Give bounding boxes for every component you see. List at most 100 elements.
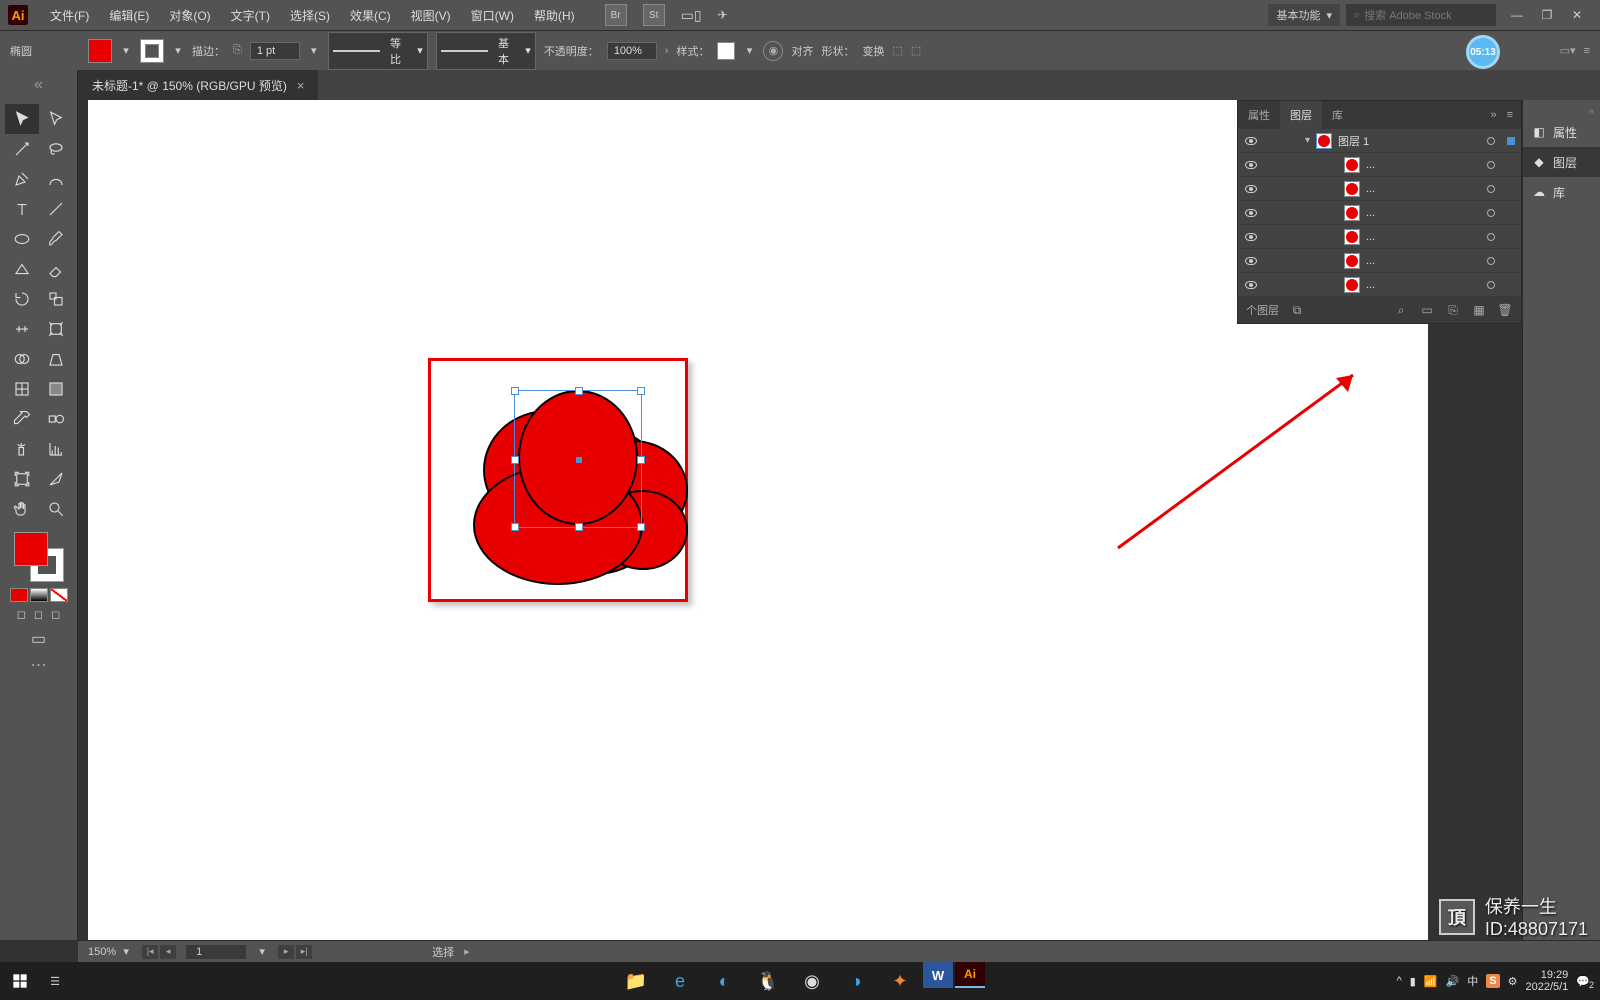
- artboard-number[interactable]: 1: [186, 945, 246, 959]
- artboard-dd[interactable]: ▾: [256, 945, 268, 958]
- panel-collapse-icon[interactable]: »: [1490, 109, 1496, 121]
- layer-row[interactable]: ▾ 图层 1: [1238, 129, 1521, 153]
- screen-mode[interactable]: ▭: [31, 629, 46, 649]
- direct-selection-tool[interactable]: [39, 104, 73, 134]
- style-swatch[interactable]: [717, 42, 735, 60]
- minimize-button[interactable]: —: [1502, 5, 1532, 25]
- symbol-sprayer-tool[interactable]: [5, 434, 39, 464]
- stroke-swatch[interactable]: [140, 39, 164, 63]
- visibility-toggle[interactable]: [1238, 233, 1264, 241]
- draw-normal-icon[interactable]: ◻: [17, 608, 26, 621]
- brush-definition[interactable]: 基本▾: [436, 32, 536, 70]
- start-button[interactable]: [0, 973, 40, 989]
- sublayer-row[interactable]: ...: [1238, 225, 1521, 249]
- search-stock-input[interactable]: ⌕ 搜索 Adobe Stock: [1346, 4, 1496, 26]
- task-view-icon[interactable]: ☰: [40, 975, 70, 988]
- mesh-tool[interactable]: [5, 374, 39, 404]
- panel-tab-libraries[interactable]: 库: [1322, 101, 1353, 129]
- prev-artboard-icon[interactable]: ◂: [160, 945, 176, 959]
- panel-dd-icon[interactable]: ▭▾: [1560, 44, 1576, 57]
- strip-layers[interactable]: ◆ 图层: [1523, 147, 1600, 177]
- panel-menu-icon[interactable]: ≡: [1507, 109, 1513, 121]
- panel-tab-properties[interactable]: 属性: [1238, 101, 1280, 129]
- transform-label[interactable]: 变换: [862, 43, 884, 59]
- visibility-toggle[interactable]: [1238, 281, 1264, 289]
- fill-dropdown[interactable]: ▾: [120, 44, 132, 57]
- panel-menu-icon[interactable]: ≡: [1584, 45, 1590, 57]
- panel-tab-layers[interactable]: 图层: [1280, 101, 1322, 129]
- taskbar-word-icon[interactable]: W: [923, 962, 953, 988]
- artboard[interactable]: [88, 100, 1428, 940]
- taskbar-edge2-icon[interactable]: ◑: [835, 962, 877, 1000]
- sublayer-row[interactable]: ...: [1238, 177, 1521, 201]
- isolate2-icon[interactable]: ⬚: [911, 44, 921, 57]
- perspective-tool[interactable]: [39, 344, 73, 374]
- gradient-tool[interactable]: [39, 374, 73, 404]
- tray-notifications-icon[interactable]: 💬2: [1576, 975, 1590, 988]
- tray-clock[interactable]: 19:29 2022/5/1: [1525, 969, 1568, 993]
- next-artboard-icon[interactable]: ▸: [278, 945, 294, 959]
- menu-type[interactable]: 文字(T): [221, 7, 280, 24]
- visibility-toggle[interactable]: [1238, 257, 1264, 265]
- last-artboard-icon[interactable]: ▸|: [296, 945, 312, 959]
- tray-chevron-icon[interactable]: ^: [1397, 975, 1402, 987]
- visibility-toggle[interactable]: [1238, 161, 1264, 169]
- menu-window[interactable]: 窗口(W): [461, 7, 524, 24]
- pen-tool[interactable]: [5, 164, 39, 194]
- document-tab[interactable]: 未标题-1* @ 150% (RGB/GPU 预览) ×: [78, 70, 318, 100]
- taskbar-explorer-icon[interactable]: 📁: [615, 962, 657, 1000]
- lasso-tool[interactable]: [39, 134, 73, 164]
- workspace-switcher[interactable]: 基本功能▾: [1268, 4, 1340, 26]
- scale-tool[interactable]: [39, 284, 73, 314]
- gpu-icon[interactable]: ✈: [718, 8, 728, 22]
- shaper-tool[interactable]: [5, 254, 39, 284]
- stroke-profile[interactable]: 等比▾: [328, 32, 428, 70]
- opacity-more-icon[interactable]: ›: [665, 45, 669, 57]
- recolor-icon[interactable]: ◉: [763, 41, 783, 61]
- arrange-icon[interactable]: ▭▯: [681, 7, 702, 24]
- close-button[interactable]: ✕: [1562, 5, 1592, 25]
- stroke-link-icon[interactable]: ⎘: [233, 44, 242, 57]
- draw-inside-icon[interactable]: ◻: [51, 608, 60, 621]
- status-more-icon[interactable]: ▸: [464, 945, 470, 958]
- strip-libraries[interactable]: ☁ 库: [1523, 177, 1600, 207]
- menu-help[interactable]: 帮助(H): [524, 7, 585, 24]
- chevron-down-icon[interactable]: ▾: [1305, 135, 1310, 146]
- gradient-mode[interactable]: [30, 588, 48, 602]
- menu-view[interactable]: 视图(V): [401, 7, 461, 24]
- menu-file[interactable]: 文件(F): [40, 7, 99, 24]
- delete-layer-icon[interactable]: 🗑: [1497, 302, 1513, 318]
- toolbar-collapse[interactable]: «: [0, 70, 78, 100]
- none-mode[interactable]: [50, 588, 68, 602]
- taskbar-illustrator-icon[interactable]: Ai: [955, 962, 985, 988]
- edit-toolbar[interactable]: ⋯: [31, 655, 47, 675]
- maximize-button[interactable]: ❐: [1532, 5, 1562, 25]
- menu-select[interactable]: 选择(S): [280, 7, 340, 24]
- selection-tool[interactable]: [5, 104, 39, 134]
- hand-tool[interactable]: [5, 494, 39, 524]
- tray-ime[interactable]: 中: [1467, 973, 1478, 989]
- fill-swatch[interactable]: [88, 39, 112, 63]
- style-dd[interactable]: ▾: [743, 44, 755, 57]
- line-tool[interactable]: [39, 194, 73, 224]
- sublayer-row[interactable]: ...: [1238, 153, 1521, 177]
- zoom-level[interactable]: 150%: [88, 946, 116, 958]
- zoom-dd[interactable]: ▾: [120, 945, 132, 958]
- artboard-tool[interactable]: [5, 464, 39, 494]
- new-sublayer-icon[interactable]: ⎘: [1445, 302, 1461, 318]
- width-tool[interactable]: [5, 314, 39, 344]
- ellipse-tool[interactable]: [5, 224, 39, 254]
- type-tool[interactable]: [5, 194, 39, 224]
- visibility-toggle[interactable]: [1238, 185, 1264, 193]
- sublayer-row[interactable]: ...: [1238, 273, 1521, 297]
- taskbar-browser-icon[interactable]: ◐: [703, 962, 745, 1000]
- fill-stroke-control[interactable]: [14, 532, 64, 582]
- slice-tool[interactable]: [39, 464, 73, 494]
- stroke-dropdown[interactable]: ▾: [172, 44, 184, 57]
- menu-edit[interactable]: 编辑(E): [99, 7, 159, 24]
- graph-tool[interactable]: [39, 434, 73, 464]
- fill-color[interactable]: [14, 532, 48, 566]
- stroke-weight-dd[interactable]: ▾: [308, 44, 320, 57]
- stroke-weight-input[interactable]: 1 pt: [250, 42, 300, 60]
- strip-collapse[interactable]: »: [1523, 106, 1600, 117]
